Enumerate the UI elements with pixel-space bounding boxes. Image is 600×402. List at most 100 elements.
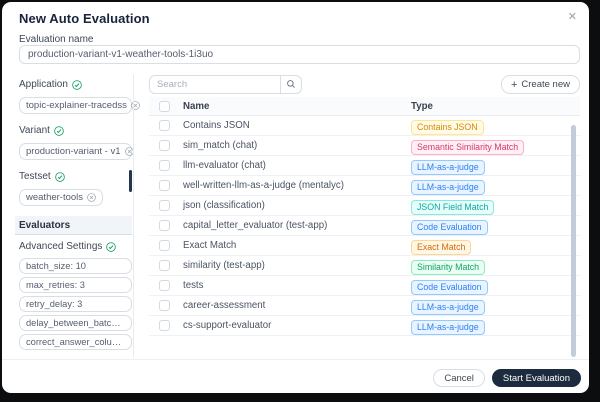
create-new-button[interactable]: + Create new bbox=[501, 75, 580, 94]
advanced-settings-label: Advanced Settings bbox=[19, 241, 132, 252]
row-name: json (classification) bbox=[183, 200, 411, 211]
advanced-pill-max-retries[interactable]: max_retries: 3 bbox=[19, 277, 132, 293]
search-button[interactable] bbox=[280, 75, 302, 94]
row-name: capital_letter_evaluator (test-app) bbox=[183, 220, 411, 231]
name-column-header: Name bbox=[183, 101, 411, 112]
advanced-pill-delay-between-batches[interactable]: delay_between_batches: 5 bbox=[19, 315, 132, 331]
create-new-label: Create new bbox=[521, 79, 570, 90]
row-type-cell: LLM-as-a-judge bbox=[411, 157, 580, 175]
row-checkbox-cell bbox=[149, 300, 183, 311]
type-badge: JSON Field Match bbox=[411, 200, 494, 215]
row-name: similarity (test-app) bbox=[183, 260, 411, 271]
table-row[interactable]: well-written-llm-as-a-judge (mentalyc) L… bbox=[149, 176, 580, 196]
row-name: Exact Match bbox=[183, 240, 411, 251]
advanced-pill-correct-answer-column[interactable]: correct_answer_column: corre... bbox=[19, 334, 132, 350]
row-type-cell: Code Evaluation bbox=[411, 217, 580, 235]
testset-label-text: Testset bbox=[19, 171, 51, 182]
row-type-cell: JSON Field Match bbox=[411, 197, 580, 215]
application-tag-text: topic-explainer-tracedss bbox=[26, 100, 127, 111]
application-tag[interactable]: topic-explainer-tracedss bbox=[19, 97, 132, 114]
row-checkbox[interactable] bbox=[159, 240, 170, 251]
row-checkbox[interactable] bbox=[159, 200, 170, 211]
close-circle-icon[interactable] bbox=[87, 193, 96, 202]
table-row[interactable]: career-assessment LLM-as-a-judge bbox=[149, 296, 580, 316]
table-scrollbar-thumb[interactable] bbox=[571, 125, 576, 357]
table-row[interactable]: sim_match (chat) Semantic Similarity Mat… bbox=[149, 136, 580, 156]
type-badge: Exact Match bbox=[411, 240, 471, 255]
testset-tag[interactable]: weather-tools bbox=[19, 189, 103, 206]
check-circle-icon bbox=[72, 80, 82, 90]
type-badge: Code Evaluation bbox=[411, 280, 488, 295]
row-type-cell: LLM-as-a-judge bbox=[411, 297, 580, 315]
row-name: career-assessment bbox=[183, 300, 411, 311]
row-checkbox-cell bbox=[149, 140, 183, 151]
search-input[interactable] bbox=[149, 75, 280, 94]
row-name: Contains JSON bbox=[183, 120, 411, 131]
header-checkbox-cell bbox=[149, 101, 183, 112]
evaluation-name-input[interactable] bbox=[19, 45, 580, 64]
table-row[interactable]: cs-support-evaluator LLM-as-a-judge bbox=[149, 316, 580, 336]
row-checkbox[interactable] bbox=[159, 140, 170, 151]
row-checkbox-cell bbox=[149, 280, 183, 291]
row-checkbox[interactable] bbox=[159, 300, 170, 311]
close-icon[interactable]: ✕ bbox=[568, 10, 577, 24]
evaluators-table: Name Type Contains JSON Contains JSON si… bbox=[149, 97, 580, 336]
row-type-cell: Exact Match bbox=[411, 237, 580, 255]
table-row[interactable]: llm-evaluator (chat) LLM-as-a-judge bbox=[149, 156, 580, 176]
type-badge: Code Evaluation bbox=[411, 220, 488, 235]
evaluation-name-label: Evaluation name bbox=[19, 34, 94, 45]
row-type-cell: Semantic Similarity Match bbox=[411, 137, 580, 155]
application-label-text: Application bbox=[19, 79, 68, 90]
table-header: Name Type bbox=[149, 97, 580, 116]
row-name: well-written-llm-as-a-judge (mentalyc) bbox=[183, 180, 411, 191]
row-checkbox[interactable] bbox=[159, 160, 170, 171]
row-type-cell: Similarity Match bbox=[411, 257, 580, 275]
row-checkbox[interactable] bbox=[159, 180, 170, 191]
row-name: cs-support-evaluator bbox=[183, 320, 411, 331]
testset-tag-text: weather-tools bbox=[26, 192, 83, 203]
table-row[interactable]: similarity (test-app) Similarity Match bbox=[149, 256, 580, 276]
testset-label: Testset bbox=[19, 171, 132, 182]
advanced-pill-retry-delay[interactable]: retry_delay: 3 bbox=[19, 296, 132, 312]
table-row[interactable]: json (classification) JSON Field Match bbox=[149, 196, 580, 216]
evaluators-header-text: Evaluators bbox=[19, 220, 70, 231]
cancel-button[interactable]: Cancel bbox=[433, 369, 485, 387]
row-checkbox-cell bbox=[149, 240, 183, 251]
row-checkbox[interactable] bbox=[159, 220, 170, 231]
row-checkbox-cell bbox=[149, 220, 183, 231]
advanced-pill-batch-size[interactable]: batch_size: 10 bbox=[19, 258, 132, 274]
variant-tag-text: production-variant - v1 bbox=[26, 146, 121, 157]
type-badge: LLM-as-a-judge bbox=[411, 180, 485, 195]
evaluators-panel: + Create new Name Type Contains JSON Con… bbox=[149, 74, 580, 336]
configuration-sidebar: Application topic-explainer-tracedss Var… bbox=[19, 74, 132, 353]
select-all-checkbox[interactable] bbox=[159, 101, 170, 112]
variant-tag[interactable]: production-variant - v1 bbox=[19, 143, 132, 160]
row-checkbox-cell bbox=[149, 200, 183, 211]
application-label: Application bbox=[19, 79, 132, 90]
table-row[interactable]: capital_letter_evaluator (test-app) Code… bbox=[149, 216, 580, 236]
sidebar-scrollbar-thumb[interactable] bbox=[129, 170, 132, 192]
search-box bbox=[149, 75, 302, 94]
row-checkbox[interactable] bbox=[159, 120, 170, 131]
advanced-settings-text: Advanced Settings bbox=[19, 241, 102, 252]
type-badge: Semantic Similarity Match bbox=[411, 140, 524, 155]
new-auto-evaluation-modal: New Auto Evaluation ✕ Evaluation name Ap… bbox=[2, 2, 589, 393]
row-type-cell: Contains JSON bbox=[411, 117, 580, 135]
row-checkbox-cell bbox=[149, 260, 183, 271]
start-evaluation-button[interactable]: Start Evaluation bbox=[492, 369, 581, 387]
row-checkbox[interactable] bbox=[159, 320, 170, 331]
evaluators-section-header[interactable]: Evaluators bbox=[15, 216, 132, 235]
evaluators-toolbar: + Create new bbox=[149, 74, 580, 95]
row-checkbox-cell bbox=[149, 120, 183, 131]
search-icon bbox=[286, 76, 296, 94]
row-type-cell: LLM-as-a-judge bbox=[411, 177, 580, 195]
row-checkbox-cell bbox=[149, 160, 183, 171]
type-badge: LLM-as-a-judge bbox=[411, 320, 485, 335]
table-row[interactable]: Contains JSON Contains JSON bbox=[149, 116, 580, 136]
table-row[interactable]: Exact Match Exact Match bbox=[149, 236, 580, 256]
type-badge: LLM-as-a-judge bbox=[411, 160, 485, 175]
row-name: sim_match (chat) bbox=[183, 140, 411, 151]
row-checkbox[interactable] bbox=[159, 260, 170, 271]
table-row[interactable]: tests Code Evaluation bbox=[149, 276, 580, 296]
row-checkbox[interactable] bbox=[159, 280, 170, 291]
